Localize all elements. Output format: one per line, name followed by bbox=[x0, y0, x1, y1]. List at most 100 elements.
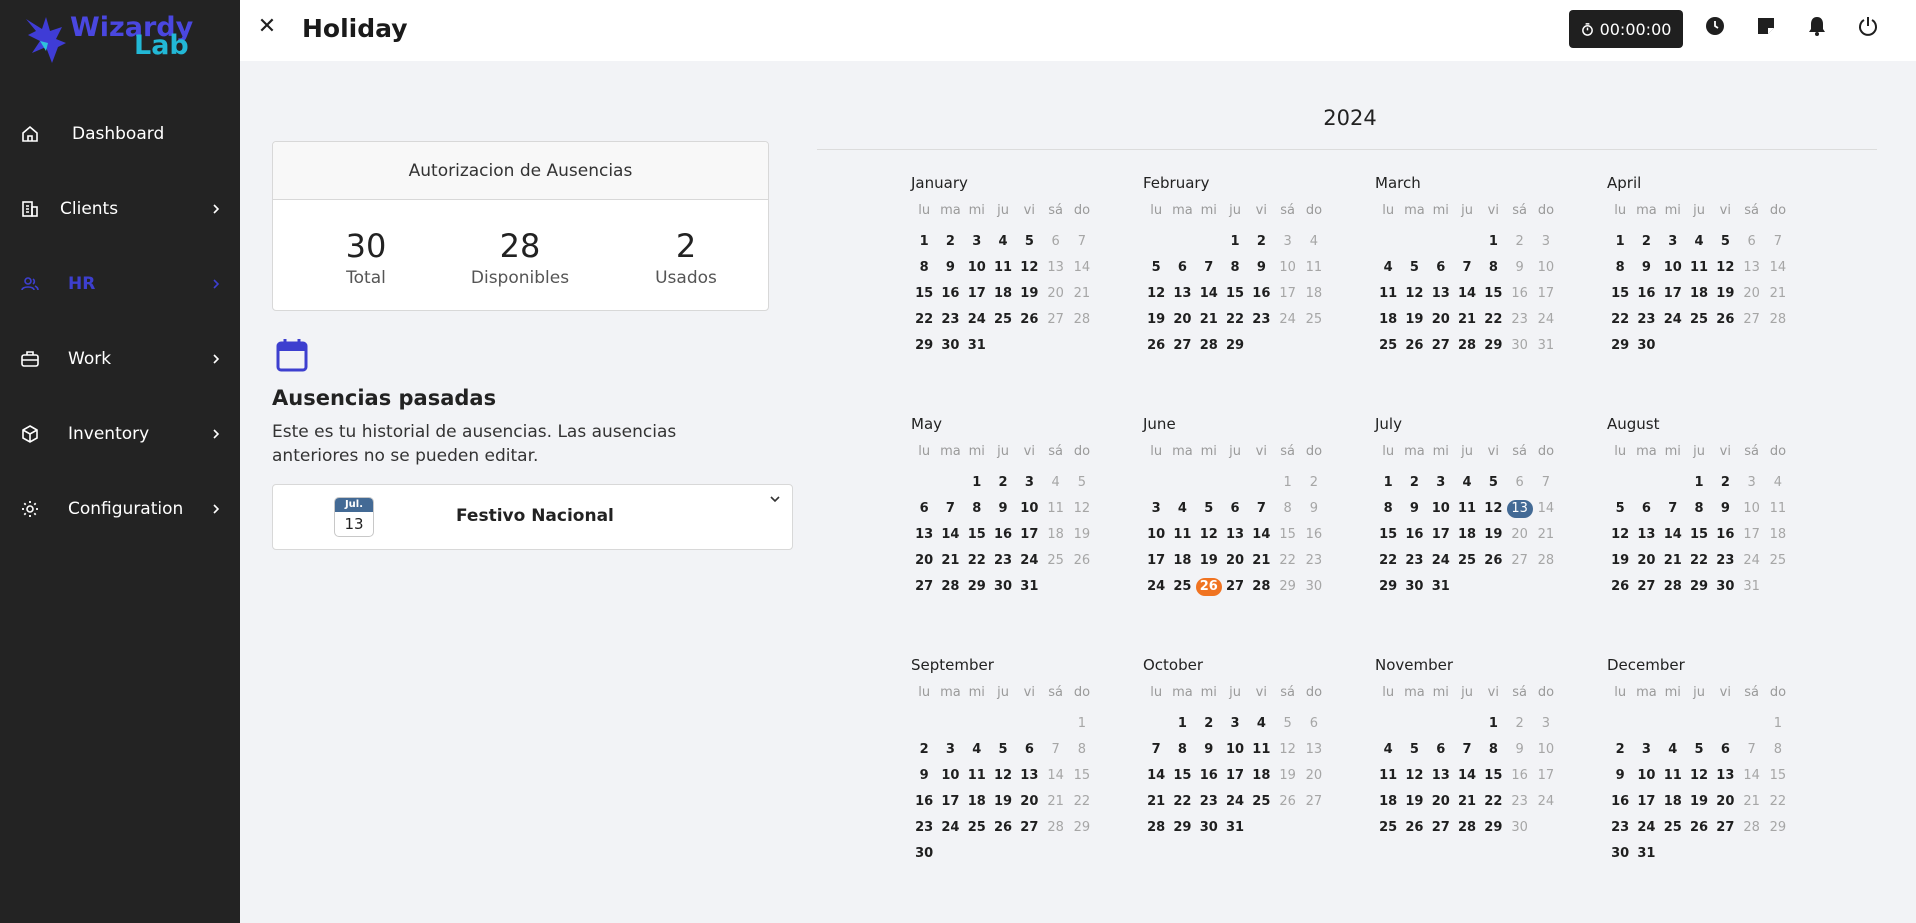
calendar-day[interactable]: 17 bbox=[1143, 548, 1169, 574]
calendar-day[interactable]: 30 bbox=[1607, 841, 1633, 867]
calendar-day[interactable]: 24 bbox=[937, 815, 963, 841]
calendar-day[interactable]: 7 bbox=[1143, 737, 1169, 763]
calendar-day[interactable]: 9 bbox=[1506, 737, 1532, 763]
calendar-day[interactable]: 28 bbox=[1533, 548, 1559, 574]
calendar-day[interactable]: 10 bbox=[1428, 496, 1454, 522]
calendar-day[interactable]: 18 bbox=[1765, 522, 1791, 548]
calendar-day[interactable]: 24 bbox=[1274, 307, 1300, 333]
calendar-day[interactable]: 20 bbox=[1042, 281, 1068, 307]
calendar-day[interactable]: 31 bbox=[964, 333, 990, 359]
calendar-day[interactable]: 8 bbox=[1607, 255, 1633, 281]
calendar-day[interactable]: 31 bbox=[1016, 574, 1042, 600]
calendar-day[interactable]: 11 bbox=[1660, 763, 1686, 789]
calendar-day[interactable]: 17 bbox=[1533, 763, 1559, 789]
calendar-day[interactable]: 13 bbox=[1016, 763, 1042, 789]
calendar-day[interactable]: 1 bbox=[1069, 711, 1095, 737]
calendar-day[interactable]: 18 bbox=[1248, 763, 1274, 789]
calendar-day[interactable]: 18 bbox=[1169, 548, 1195, 574]
calendar-day[interactable]: 15 bbox=[911, 281, 937, 307]
calendar-day[interactable]: 26 bbox=[990, 815, 1016, 841]
calendar-day[interactable]: 8 bbox=[1686, 496, 1712, 522]
calendar-day[interactable]: 25 bbox=[1454, 548, 1480, 574]
calendar-day[interactable]: 26 bbox=[1195, 574, 1222, 600]
calendar-day[interactable]: 18 bbox=[990, 281, 1016, 307]
calendar-day[interactable]: 21 bbox=[1143, 789, 1169, 815]
calendar-day[interactable]: 12 bbox=[990, 763, 1016, 789]
calendar-day[interactable]: 11 bbox=[1454, 496, 1480, 522]
calendar-day[interactable]: 5 bbox=[1069, 470, 1095, 496]
calendar-day[interactable]: 24 bbox=[964, 307, 990, 333]
calendar-day[interactable]: 23 bbox=[1633, 307, 1659, 333]
calendar-day[interactable]: 7 bbox=[937, 496, 963, 522]
calendar-day[interactable]: 29 bbox=[1222, 333, 1248, 359]
calendar-day[interactable]: 4 bbox=[1169, 496, 1195, 522]
calendar-day[interactable]: 30 bbox=[1506, 333, 1532, 359]
calendar-day[interactable]: 9 bbox=[1712, 496, 1738, 522]
calendar-day[interactable]: 27 bbox=[1042, 307, 1068, 333]
calendar-day[interactable]: 2 bbox=[1401, 470, 1427, 496]
calendar-day[interactable]: 13 bbox=[1042, 255, 1068, 281]
calendar-day[interactable]: 10 bbox=[1533, 255, 1559, 281]
calendar-day[interactable]: 9 bbox=[990, 496, 1016, 522]
calendar-day[interactable]: 16 bbox=[911, 789, 937, 815]
calendar-day[interactable]: 20 bbox=[1428, 789, 1454, 815]
calendar-day[interactable]: 8 bbox=[1069, 737, 1095, 763]
power-icon[interactable] bbox=[1857, 15, 1879, 37]
calendar-day[interactable]: 21 bbox=[1042, 789, 1068, 815]
absence-item[interactable]: Jul. 13 Festivo Nacional bbox=[272, 484, 793, 550]
calendar-day[interactable]: 29 bbox=[1480, 333, 1506, 359]
calendar-day[interactable]: 26 bbox=[1480, 548, 1506, 574]
calendar-day[interactable]: 15 bbox=[1169, 763, 1195, 789]
sidebar-item-inventory[interactable]: Inventory bbox=[0, 410, 240, 458]
calendar-day[interactable]: 2 bbox=[1607, 737, 1633, 763]
calendar-day[interactable]: 7 bbox=[1454, 737, 1480, 763]
calendar-day[interactable]: 27 bbox=[1222, 574, 1248, 600]
calendar-day[interactable]: 13 bbox=[1428, 763, 1454, 789]
calendar-day[interactable]: 14 bbox=[1196, 281, 1222, 307]
sidebar-item-dashboard[interactable]: Dashboard bbox=[0, 110, 240, 158]
calendar-day[interactable]: 9 bbox=[1301, 496, 1327, 522]
calendar-day[interactable]: 21 bbox=[937, 548, 963, 574]
calendar-day[interactable]: 13 bbox=[1738, 255, 1764, 281]
calendar-day[interactable]: 12 bbox=[1196, 522, 1222, 548]
calendar-day[interactable]: 10 bbox=[964, 255, 990, 281]
timer-button[interactable]: 00:00:00 bbox=[1569, 10, 1683, 48]
calendar-day[interactable]: 30 bbox=[1401, 574, 1427, 600]
calendar-day[interactable]: 14 bbox=[1248, 522, 1274, 548]
calendar-day[interactable]: 16 bbox=[1712, 522, 1738, 548]
calendar-day[interactable]: 1 bbox=[1375, 470, 1401, 496]
calendar-day[interactable]: 20 bbox=[911, 548, 937, 574]
calendar-day[interactable]: 25 bbox=[1248, 789, 1274, 815]
calendar-day[interactable]: 6 bbox=[1301, 711, 1327, 737]
calendar-day[interactable]: 26 bbox=[1712, 307, 1738, 333]
calendar-day[interactable]: 6 bbox=[1738, 229, 1764, 255]
sidebar-item-work[interactable]: Work bbox=[0, 335, 240, 383]
calendar-day[interactable]: 5 bbox=[1480, 470, 1506, 496]
calendar-day[interactable]: 30 bbox=[990, 574, 1016, 600]
calendar-day[interactable]: 18 bbox=[1375, 307, 1401, 333]
calendar-day[interactable]: 11 bbox=[1765, 496, 1791, 522]
calendar-day[interactable]: 20 bbox=[1016, 789, 1042, 815]
calendar-day[interactable]: 19 bbox=[1686, 789, 1712, 815]
calendar-day[interactable]: 21 bbox=[1765, 281, 1791, 307]
calendar-day[interactable]: 17 bbox=[1016, 522, 1042, 548]
calendar-day[interactable]: 5 bbox=[1016, 229, 1042, 255]
calendar-day[interactable]: 29 bbox=[1686, 574, 1712, 600]
calendar-day[interactable]: 16 bbox=[1506, 763, 1532, 789]
calendar-day[interactable]: 10 bbox=[1633, 763, 1659, 789]
calendar-day[interactable]: 6 bbox=[1222, 496, 1248, 522]
calendar-day[interactable]: 22 bbox=[911, 307, 937, 333]
calendar-day[interactable]: 13 bbox=[1301, 737, 1327, 763]
calendar-day[interactable]: 18 bbox=[1375, 789, 1401, 815]
calendar-day[interactable]: 18 bbox=[1686, 281, 1712, 307]
calendar-day[interactable]: 28 bbox=[1660, 574, 1686, 600]
calendar-day[interactable]: 25 bbox=[1660, 815, 1686, 841]
calendar-day[interactable]: 12 bbox=[1686, 763, 1712, 789]
calendar-day[interactable]: 15 bbox=[1222, 281, 1248, 307]
calendar-day[interactable]: 3 bbox=[1533, 711, 1559, 737]
calendar-day[interactable]: 17 bbox=[1533, 281, 1559, 307]
calendar-day[interactable]: 22 bbox=[1607, 307, 1633, 333]
calendar-day[interactable]: 31 bbox=[1738, 574, 1764, 600]
calendar-day[interactable]: 20 bbox=[1506, 522, 1532, 548]
calendar-day[interactable]: 26 bbox=[1401, 333, 1427, 359]
